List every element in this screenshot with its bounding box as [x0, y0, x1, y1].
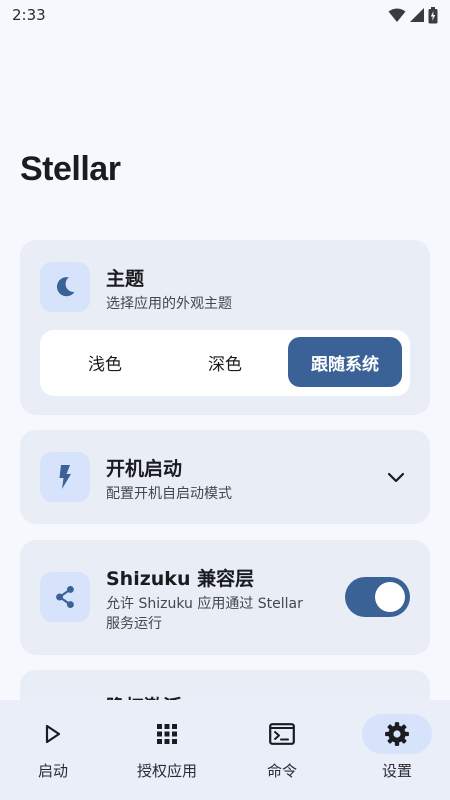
nav-item-launch[interactable]: 启动 — [0, 700, 109, 800]
nav-icon-wrap — [132, 714, 202, 754]
theme-subtitle: 选择应用的外观主题 — [106, 296, 232, 312]
nav-icon-wrap — [247, 714, 317, 754]
theme-option-dark[interactable]: 深色 — [168, 337, 282, 387]
page-title: Stellar — [20, 150, 121, 188]
play-icon — [45, 724, 61, 744]
flash-icon — [59, 465, 71, 489]
nav-icon-wrap-active — [362, 714, 432, 754]
cellular-signal-icon — [410, 8, 424, 22]
terminal-icon — [269, 723, 295, 745]
bottom-navigation: 启动 授权应用 命令 设置 — [0, 700, 450, 800]
nav-item-authorized-apps[interactable]: 授权应用 — [111, 700, 223, 800]
chevron-down-icon[interactable] — [384, 466, 408, 490]
shizuku-card: Shizuku 兼容层 允许 Shizuku 应用通过 Stellar 服务运行 — [20, 540, 430, 655]
shizuku-toggle[interactable] — [345, 577, 410, 617]
status-time: 2:33 — [12, 6, 46, 24]
nav-label-launch: 启动 — [37, 762, 68, 780]
shizuku-subtitle-line1: 允许 Shizuku 应用通过 Stellar — [106, 596, 303, 612]
nav-label-settings: 设置 — [381, 762, 412, 780]
nav-icon-wrap — [18, 714, 88, 754]
theme-option-light[interactable]: 浅色 — [48, 337, 162, 387]
theme-icon-box — [40, 262, 90, 312]
nav-item-settings[interactable]: 设置 — [341, 700, 450, 800]
share-icon — [56, 585, 74, 609]
boot-subtitle: 配置开机自启动模式 — [106, 486, 232, 502]
boot-card[interactable]: 开机启动 配置开机自启动模式 — [20, 430, 430, 524]
nav-item-commands[interactable]: 命令 — [226, 700, 338, 800]
shizuku-subtitle-line2: 服务运行 — [106, 616, 162, 632]
theme-title: 主题 — [106, 268, 145, 290]
nav-label-authorized-apps: 授权应用 — [136, 762, 197, 780]
boot-title: 开机启动 — [106, 458, 183, 480]
battery-charging-icon — [428, 6, 438, 23]
boot-icon-box — [40, 452, 90, 502]
toggle-knob — [375, 582, 405, 612]
theme-option-follow-system[interactable]: 跟随系统 — [288, 337, 402, 387]
shizuku-icon-box — [40, 572, 90, 622]
apps-grid-icon — [157, 724, 177, 744]
theme-card: 主题 选择应用的外观主题 浅色 深色 跟随系统 — [20, 240, 430, 415]
status-icons — [388, 6, 438, 24]
wifi-icon — [388, 8, 406, 22]
settings-gear-icon — [385, 722, 409, 746]
theme-segmented-control: 浅色 深色 跟随系统 — [40, 330, 410, 396]
nav-label-commands: 命令 — [266, 762, 297, 780]
status-bar: 2:33 — [0, 0, 450, 30]
moon-icon — [56, 277, 75, 297]
shizuku-title: Shizuku 兼容层 — [106, 568, 255, 590]
